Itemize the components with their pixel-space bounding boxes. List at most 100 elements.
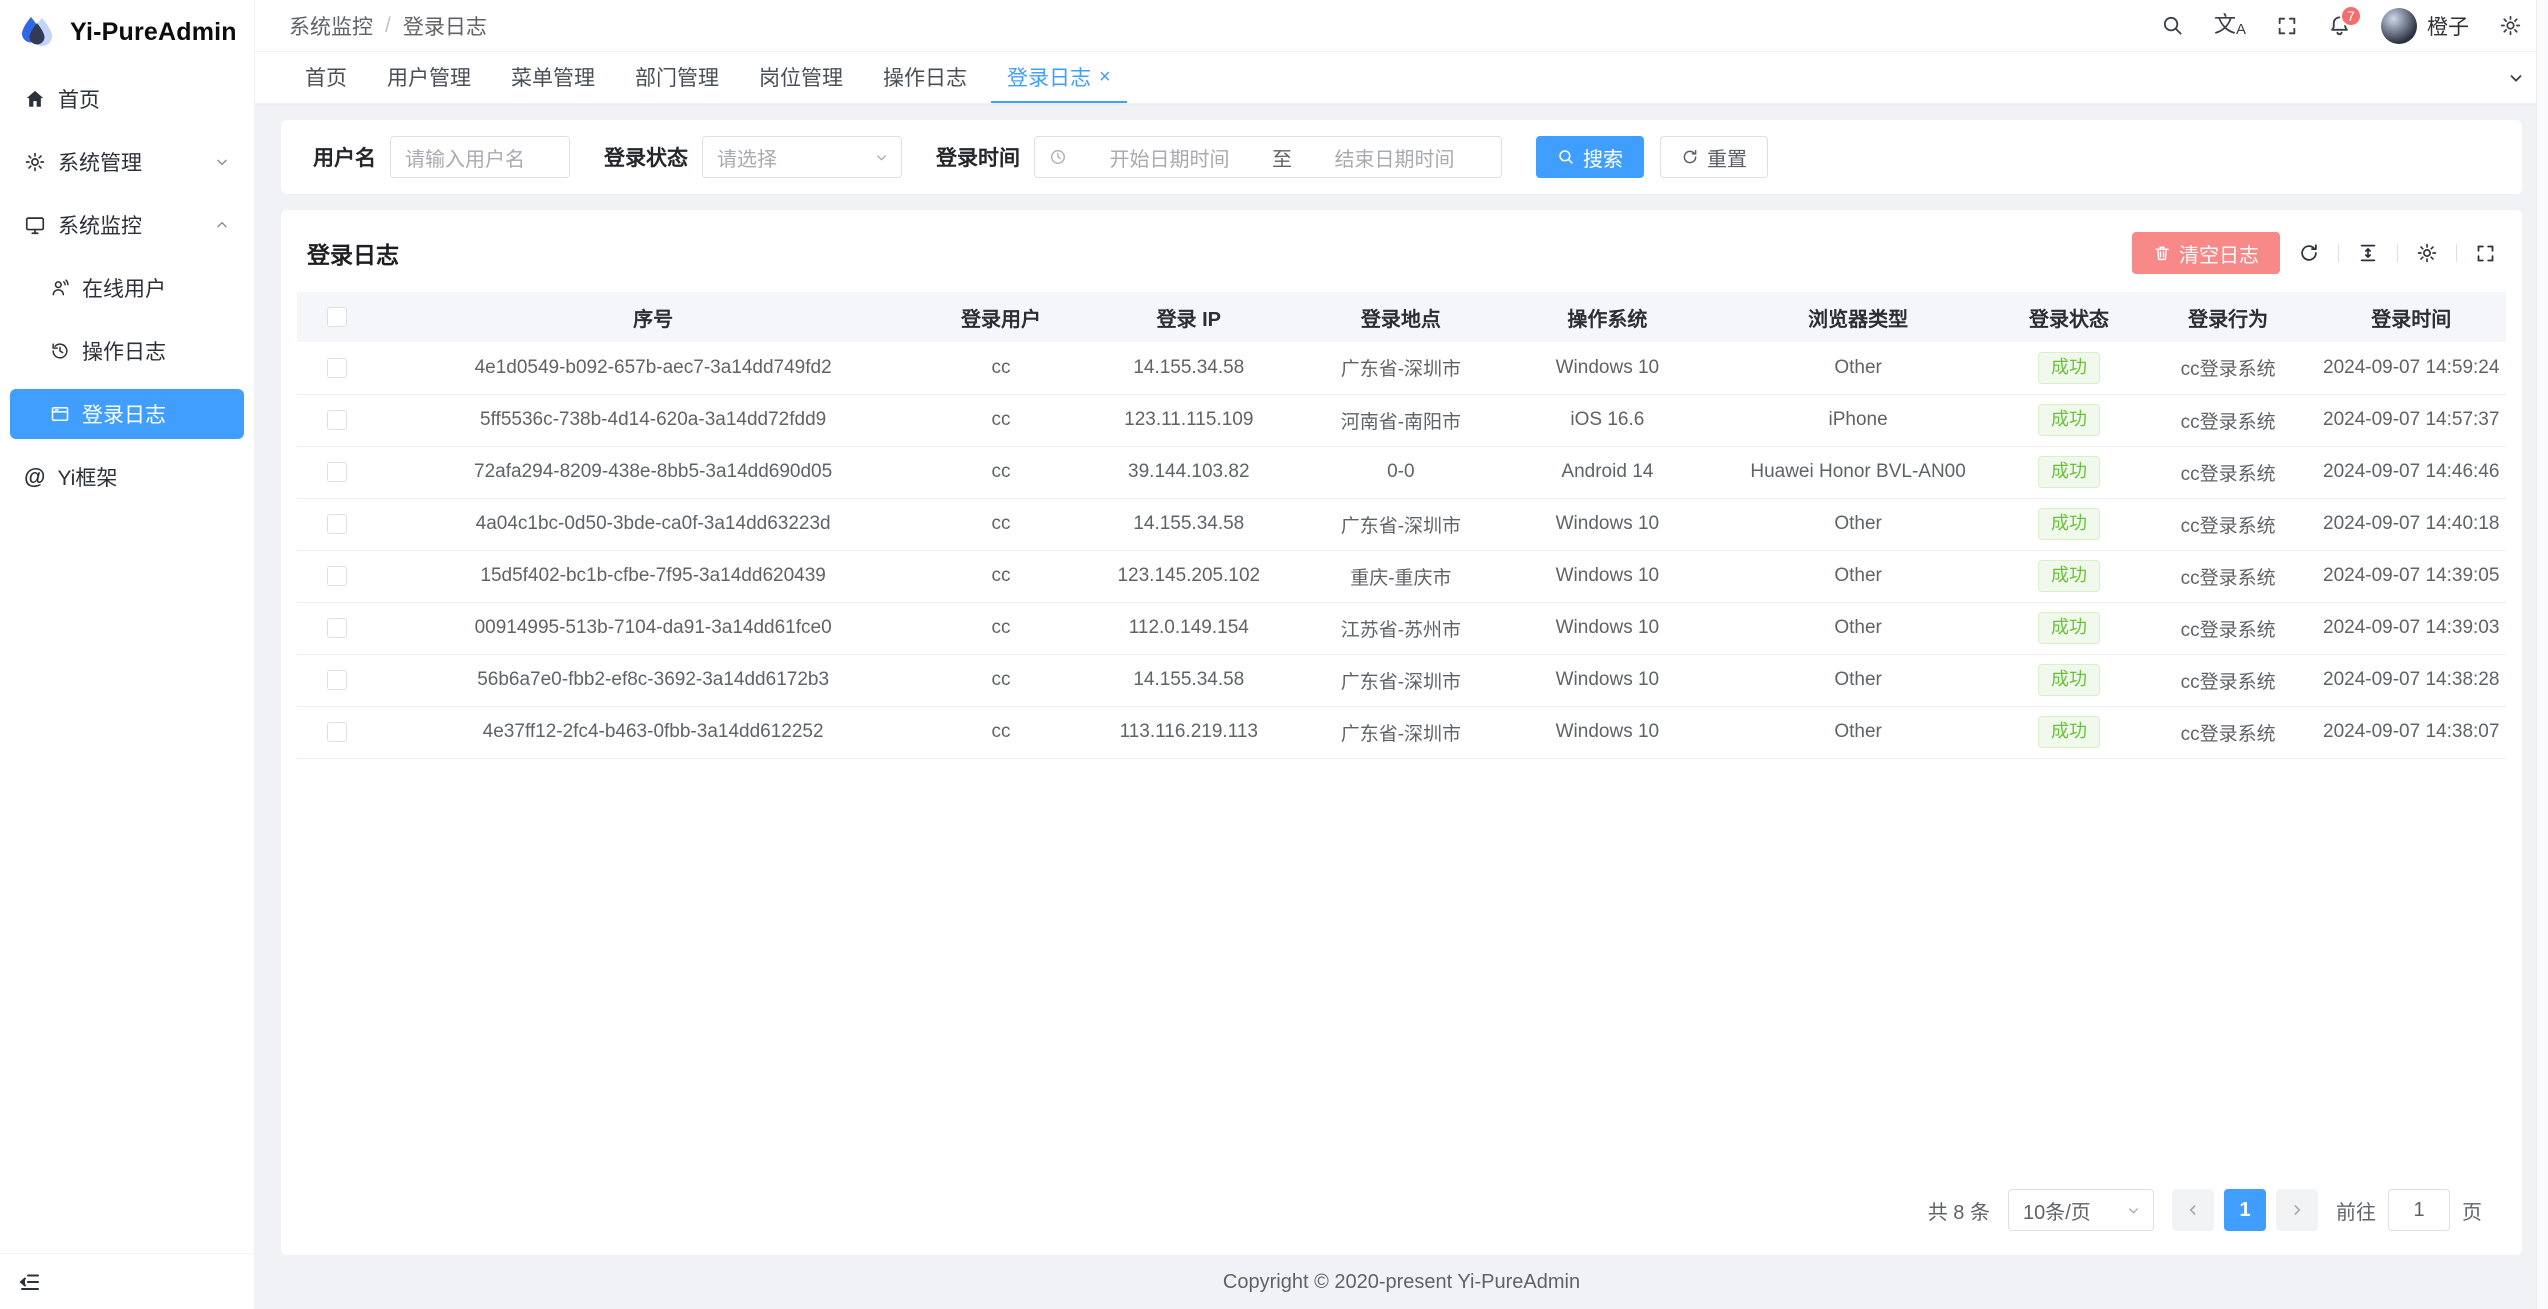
login-time-range-picker[interactable]: 开始日期时间 至 结束日期时间 <box>1034 136 1502 178</box>
table-cell: 成功 <box>1998 654 2139 706</box>
table-cell: Windows 10 <box>1497 550 1718 602</box>
table-cell: 123.11.115.109 <box>1073 394 1305 446</box>
tab-close-icon[interactable]: × <box>1099 67 1111 87</box>
table-cell: Other <box>1718 706 1999 758</box>
tab-menu-management[interactable]: 菜单管理 <box>495 52 611 103</box>
next-page-button[interactable] <box>2276 1189 2318 1231</box>
table-cell: 2024-09-07 14:39:05 <box>2316 550 2506 602</box>
table-fullscreen-icon[interactable] <box>2475 243 2496 264</box>
collapse-sidebar-icon[interactable] <box>18 1270 42 1294</box>
login-status-select[interactable]: 请选择 <box>702 136 902 178</box>
tab-user-management[interactable]: 用户管理 <box>371 52 487 103</box>
row-checkbox[interactable] <box>327 462 347 482</box>
divider <box>2456 244 2457 262</box>
row-checkbox[interactable] <box>327 722 347 742</box>
sidebar-item-label: 系统管理 <box>58 147 142 177</box>
table-row: 4a04c1bc-0d50-3bde-ca0f-3a14dd63223dcc14… <box>297 498 2506 550</box>
row-checkbox[interactable] <box>327 670 347 690</box>
sidebar-item-system-management[interactable]: 系统管理 <box>10 137 244 187</box>
column-header: 登录 IP <box>1073 292 1305 342</box>
divider <box>2397 244 2398 262</box>
tab-post-management[interactable]: 岗位管理 <box>743 52 859 103</box>
sidebar-item-home[interactable]: 首页 <box>10 74 244 124</box>
sidebar-item-label: 在线用户 <box>82 273 166 303</box>
tab-label: 岗位管理 <box>759 62 843 92</box>
row-checkbox[interactable] <box>327 566 347 586</box>
start-date-input[interactable]: 开始日期时间 <box>1077 143 1262 172</box>
tab-label: 部门管理 <box>635 62 719 92</box>
row-checkbox[interactable] <box>327 618 347 638</box>
goto-page: 前往 1 页 <box>2336 1189 2482 1231</box>
username-label: 用户名 <box>313 142 376 172</box>
table-cell: 成功 <box>1998 550 2139 602</box>
reset-button[interactable]: 重置 <box>1660 136 1768 178</box>
bell-icon[interactable]: 7 <box>2328 14 2351 37</box>
sidebar-item-yi-framework[interactable]: @ Yi框架 <box>10 452 244 502</box>
clear-log-button[interactable]: 清空日志 <box>2132 232 2280 274</box>
table-cell: 河南省-南阳市 <box>1305 394 1497 446</box>
table-cell: Other <box>1718 342 1999 394</box>
breadcrumb-parent[interactable]: 系统监控 <box>289 11 373 41</box>
tab-label: 登录日志 <box>1007 62 1091 92</box>
status-badge: 成功 <box>2038 716 2100 748</box>
table-cell: 2024-09-07 14:38:28 <box>2316 654 2506 706</box>
topbar: 系统监控 / 登录日志 文A 7 <box>255 0 2548 52</box>
row-checkbox[interactable] <box>327 358 347 378</box>
sidebar-item-online-users[interactable]: 在线用户 <box>10 263 244 313</box>
sidebar-footer <box>0 1253 254 1309</box>
sidebar-item-login-log[interactable]: 登录日志 <box>10 389 244 439</box>
search-icon[interactable] <box>2161 14 2184 37</box>
column-header: 登录时间 <box>2316 292 2506 342</box>
tab-dept-management[interactable]: 部门管理 <box>619 52 735 103</box>
table-row: 72afa294-8209-438e-8bb5-3a14dd690d05cc39… <box>297 446 2506 498</box>
login-log-card: 登录日志 清空日志 <box>281 210 2522 1255</box>
table-cell: 成功 <box>1998 706 2139 758</box>
table-cell: Windows 10 <box>1497 654 1718 706</box>
page-size-select[interactable]: 10条/页 <box>2008 1189 2154 1231</box>
table-cell: 2024-09-07 14:39:03 <box>2316 602 2506 654</box>
breadcrumb-current: 登录日志 <box>403 11 487 41</box>
goto-page-input[interactable]: 1 <box>2388 1189 2450 1231</box>
density-icon[interactable] <box>2357 242 2379 264</box>
row-checkbox[interactable] <box>327 514 347 534</box>
table-header-row: 序号登录用户登录 IP登录地点操作系统浏览器类型登录状态登录行为登录时间 <box>297 292 2506 342</box>
fullscreen-icon[interactable] <box>2276 15 2298 37</box>
gear-icon <box>24 151 46 173</box>
table-cell: Other <box>1718 602 1999 654</box>
search-button[interactable]: 搜索 <box>1536 136 1644 178</box>
select-all-checkbox[interactable] <box>327 307 347 327</box>
status-badge: 成功 <box>2038 352 2100 384</box>
user-menu[interactable]: 橙子 <box>2381 8 2469 44</box>
refresh-icon[interactable] <box>2298 242 2320 264</box>
translate-icon[interactable]: 文A <box>2214 14 2246 37</box>
sidebar-item-system-monitor[interactable]: 系统监控 <box>10 200 244 250</box>
settings-icon[interactable] <box>2499 14 2522 37</box>
tab-bar-items: 首页用户管理菜单管理部门管理 岗位管理操作日志登录日志 × <box>289 52 2484 103</box>
column-settings-icon[interactable] <box>2416 242 2438 264</box>
pager: 1 <box>2172 1189 2318 1231</box>
table-cell: cc <box>929 394 1073 446</box>
at-icon: @ <box>24 466 45 488</box>
page-number-button[interactable]: 1 <box>2224 1189 2266 1231</box>
tab-bar: 首页用户管理菜单管理部门管理 岗位管理操作日志登录日志 × <box>255 52 2548 104</box>
tab-operation-log[interactable]: 操作日志 <box>867 52 983 103</box>
table-cell: 成功 <box>1998 342 2139 394</box>
pagination: 共 8 条 10条/页 1 <box>297 1169 2506 1235</box>
row-checkbox[interactable] <box>327 410 347 430</box>
sidebar-item-label: Yi框架 <box>57 462 117 492</box>
online-user-icon <box>50 278 70 298</box>
trash-icon <box>2153 244 2171 262</box>
prev-page-button[interactable] <box>2172 1189 2214 1231</box>
sidebar-item-operation-log[interactable]: 操作日志 <box>10 326 244 376</box>
username-input[interactable]: 请输入用户名 <box>390 136 570 178</box>
tab-login-log[interactable]: 登录日志 × <box>991 52 1127 103</box>
table-cell: 2024-09-07 14:57:37 <box>2316 394 2506 446</box>
end-date-input[interactable]: 结束日期时间 <box>1302 143 1487 172</box>
tab-home[interactable]: 首页 <box>289 52 363 103</box>
logo-row[interactable]: Yi-PureAdmin <box>0 0 254 64</box>
sidebar-item-label: 登录日志 <box>82 399 166 429</box>
table-cell: cc登录系统 <box>2140 654 2317 706</box>
scrollbar[interactable] <box>2536 0 2548 1309</box>
table-cell: cc <box>929 550 1073 602</box>
clock-icon <box>1049 148 1067 166</box>
